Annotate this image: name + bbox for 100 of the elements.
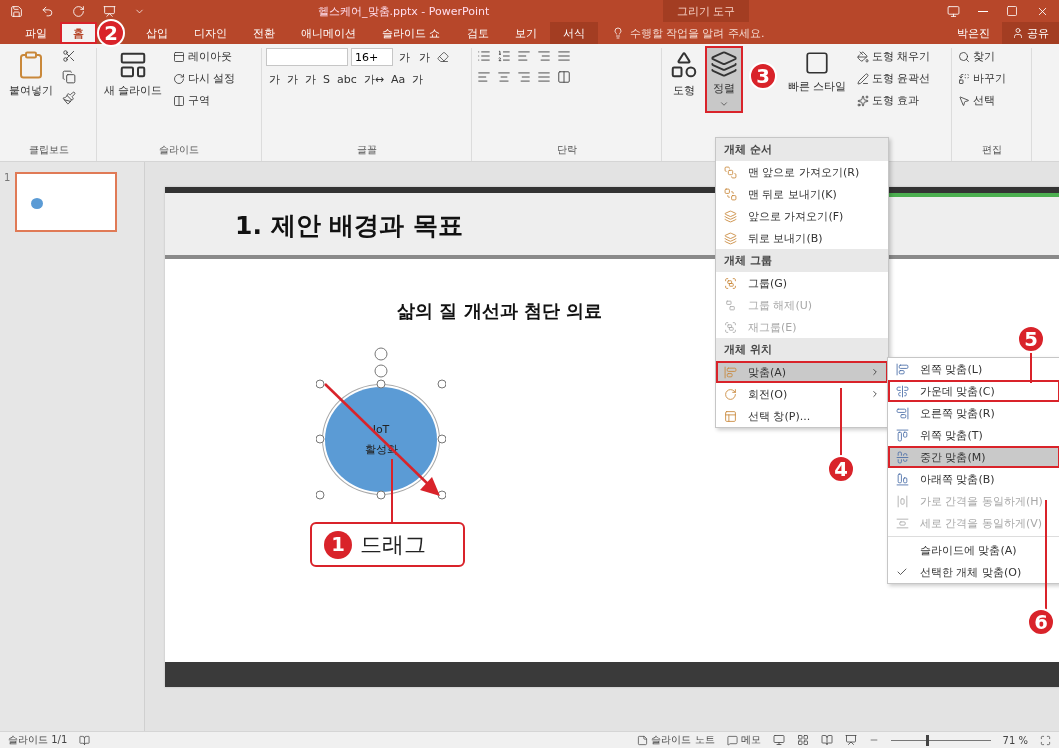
font-name-field[interactable] — [266, 48, 348, 66]
align-button[interactable] — [556, 69, 572, 85]
font-size-step-button[interactable]: 가 — [416, 48, 433, 66]
format-button[interactable]: Aa — [388, 71, 409, 88]
ribbon-tab[interactable]: 디자인 — [181, 22, 240, 44]
comments-button[interactable]: 메모 — [726, 733, 761, 747]
menu-item[interactable]: 중간 맞춤(M) — [888, 446, 1059, 468]
paste-button[interactable]: 붙여넣기 — [6, 48, 56, 100]
slide-thumbnail[interactable] — [15, 172, 118, 232]
arrange-button[interactable]: 정렬 — [707, 48, 741, 111]
view-button[interactable] — [796, 734, 809, 746]
selection-handles-drawing[interactable] — [316, 347, 446, 500]
paragraph-button[interactable] — [536, 48, 552, 64]
slide-option-button[interactable]: 다시 설정 — [170, 70, 237, 87]
eraser-icon — [437, 51, 449, 63]
paragraph-button[interactable] — [496, 48, 512, 64]
align-button[interactable] — [496, 69, 512, 85]
new-slide-button[interactable]: 새 슬라이드 — [101, 48, 166, 100]
cut-button[interactable] — [61, 48, 77, 64]
slideshow-button[interactable] — [103, 4, 116, 18]
notes-button[interactable]: 슬라이드 노트 — [637, 733, 715, 747]
ribbon-tab[interactable]: 슬라이드 쇼 — [369, 22, 454, 44]
paragraph-button[interactable] — [476, 48, 492, 64]
window-title: 헬스케어_맞춤.pptx - PowerPoint — [317, 3, 491, 19]
clear-format-button[interactable] — [436, 50, 450, 64]
edit-button[interactable]: 바꾸기 — [956, 70, 1008, 87]
format-painter-button[interactable] — [61, 90, 77, 106]
save-button[interactable] — [10, 4, 23, 18]
ribbon-tab[interactable]: 전환 — [240, 22, 288, 44]
format-button[interactable]: 가↔ — [360, 71, 387, 88]
copy-button[interactable] — [61, 69, 77, 85]
comment-icon — [726, 734, 738, 746]
menu-item[interactable]: 선택한 개체 맞춤(O) — [888, 561, 1059, 583]
group-icon — [724, 276, 737, 290]
share-button[interactable]: 공유 — [1002, 22, 1059, 44]
menu-item[interactable]: 가운데 맞춤(C) — [888, 380, 1059, 402]
slide-counter: 슬라이드 1/1 — [8, 733, 68, 747]
menu-item[interactable]: 뒤로 보내기(B) — [716, 227, 888, 249]
align-button[interactable] — [536, 69, 552, 85]
ribbon-tab[interactable]: 보기 — [501, 22, 550, 44]
format-button[interactable]: 가 — [302, 71, 319, 88]
maximize-button[interactable] — [1006, 5, 1018, 17]
menu-item[interactable]: 회전(O) — [716, 383, 888, 405]
view-button[interactable] — [772, 734, 785, 746]
menu-item[interactable]: 슬라이드에 맞춤(A) — [888, 539, 1059, 561]
layers-icon — [724, 231, 737, 245]
format-button[interactable]: 가 — [409, 71, 427, 88]
paragraph-button[interactable] — [556, 48, 572, 64]
ribbon-tab[interactable]: 홈 — [60, 22, 97, 44]
menu-item[interactable]: 오른쪽 맞춤(R) — [888, 402, 1059, 424]
shape-format-button[interactable]: 도형 효과 — [854, 92, 932, 109]
font-size-field[interactable]: 16+ — [351, 48, 393, 66]
shape-format-button[interactable]: 도형 채우기 — [854, 48, 932, 65]
edit-button[interactable]: 선택 — [956, 92, 1008, 109]
view-button[interactable] — [844, 734, 857, 746]
format-button[interactable]: S — [320, 71, 333, 88]
undo-button[interactable] — [41, 4, 54, 18]
menu-item[interactable]: 맞춤(A) — [716, 361, 888, 383]
ribbon-display-button[interactable] — [947, 4, 960, 18]
menu-item[interactable]: 위쪽 맞춤(T) — [888, 424, 1059, 446]
shapes-button[interactable]: 도형 — [666, 48, 702, 100]
format-icon — [856, 50, 869, 63]
format-button[interactable]: 가 — [284, 71, 301, 88]
edit-button[interactable]: 찾기 — [956, 48, 1008, 65]
ribbon-tab[interactable]: 서식 — [549, 22, 598, 44]
redo-button[interactable] — [72, 4, 85, 18]
paragraph-button[interactable] — [516, 48, 532, 64]
format-button[interactable]: 가 — [266, 71, 283, 88]
align-icon — [477, 70, 491, 84]
slide-option-button[interactable]: 구역 — [170, 92, 237, 109]
menu-item[interactable]: 그룹(G) — [716, 272, 888, 294]
ribbon-tab[interactable]: 파일 — [12, 22, 60, 44]
fit-slide-button[interactable] — [1040, 734, 1051, 746]
slide-option-button[interactable]: 레이아웃 — [170, 48, 237, 65]
menu-item[interactable]: 선택 창(P)... — [716, 405, 888, 427]
tell-me-field[interactable]: 수행할 작업을 알려 주세요. — [627, 25, 782, 41]
menu-item[interactable]: 왼쪽 맞춤(L) — [888, 358, 1059, 380]
view-icon — [844, 734, 857, 746]
ribbon-tab[interactable]: 삽입 — [133, 22, 181, 44]
group-label: 슬라이드 — [158, 143, 200, 157]
list-icon — [537, 49, 551, 63]
menu-item[interactable]: 맨 뒤로 보내기(K) — [716, 183, 888, 205]
menu-item[interactable]: 앞으로 가져오기(F) — [716, 205, 888, 227]
minimize-button[interactable] — [978, 10, 988, 12]
ribbon-tab[interactable]: 검토 — [453, 22, 502, 44]
zoom-slider-thumb[interactable] — [925, 734, 929, 746]
font-size-step-button[interactable]: 가 — [396, 48, 413, 66]
rotate-icon — [724, 387, 737, 401]
menu-item[interactable]: 아래쪽 맞춤(B) — [888, 468, 1059, 490]
shape-format-button[interactable]: 도형 윤곽선 — [854, 70, 932, 87]
format-button[interactable]: abc — [334, 71, 360, 88]
send-back-icon — [724, 187, 737, 201]
view-button[interactable] — [820, 734, 833, 746]
align-button[interactable] — [516, 69, 532, 85]
format-icon — [856, 94, 869, 107]
quick-styles-button[interactable]: 빠른 스타일 — [785, 48, 850, 96]
menu-item[interactable]: 맨 앞으로 가져오기(R) — [716, 161, 888, 183]
ribbon-tab[interactable]: 애니메이션 — [288, 22, 369, 44]
align-icon — [896, 362, 909, 376]
align-button[interactable] — [476, 69, 492, 85]
